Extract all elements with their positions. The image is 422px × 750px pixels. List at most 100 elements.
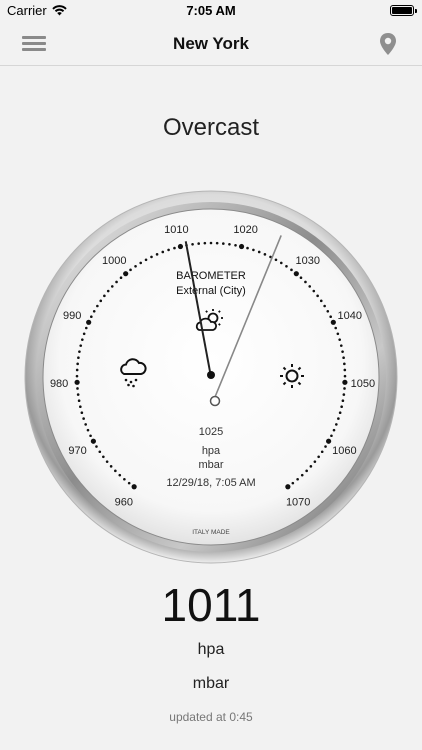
scale-minor-tick [79,344,83,347]
scale-minor-tick [99,299,103,303]
scale-minor-tick [106,289,110,293]
location-pin-icon[interactable] [378,32,398,56]
battery-icon [390,5,417,16]
weather-condition: Overcast [162,114,260,141]
scale-minor-tick [197,242,200,245]
scale-label: 1060 [332,445,356,457]
scale-major-tick [330,319,336,325]
scale-minor-tick [115,280,118,284]
scale-minor-tick [296,477,299,481]
scale-minor-tick [342,393,346,396]
scale-minor-tick [274,258,278,262]
scale-minor-tick [329,315,332,319]
scale-minor-tick [134,264,137,268]
scale-major-tick [342,379,348,385]
scale-major-tick [74,379,80,385]
scale-major-tick [177,243,184,250]
scale-minor-tick [98,450,102,454]
gauge-maker-label: ITALY MADE [192,529,230,536]
scale-label: 1000 [102,255,126,267]
scale-minor-tick [313,460,317,463]
scale-minor-tick [316,294,319,298]
scale-label: 1020 [233,224,257,236]
scale-minor-tick [319,299,323,303]
scale-minor-tick [252,248,255,252]
scale-minor-tick [103,294,106,298]
scale-minor-tick [76,393,80,396]
scale-minor-tick [89,434,92,438]
gauge-source-label: External (City) [176,285,246,297]
scale-minor-tick [77,399,81,402]
scale-minor-tick [84,423,87,426]
status-time: 7:05 AM [186,3,236,18]
scale-minor-tick [123,477,126,481]
barometer-gauge: 960 970 980 990 1000 1010 1020 1030 1040 1050 1060… [24,190,398,564]
scale-label: 980 [50,378,68,390]
updated-timestamp: updated at 0:45 [169,710,253,724]
gauge-timestamp: 12/29/18, 7:05 AM [166,477,255,489]
scale-minor-tick [92,309,96,313]
scale-label: 970 [68,445,86,457]
scale-minor-tick [119,276,123,280]
scale-minor-tick [203,241,207,245]
scale-minor-tick [291,481,295,485]
scale-major-tick [123,271,129,277]
scale-minor-tick [339,344,343,347]
scale-minor-tick [110,285,114,288]
reading-unit-hpa: hpa [197,641,225,658]
pressure-needle-pivot [207,371,215,379]
scale-label: 990 [63,310,81,322]
scale-minor-tick [332,428,336,432]
scale-minor-tick [155,253,159,256]
scale-minor-tick [234,243,237,247]
scale-minor-tick [300,473,304,477]
scale-minor-tick [343,387,346,390]
scale-minor-tick [191,242,194,246]
scale-minor-tick [228,242,231,246]
scale-minor-tick [161,250,165,254]
scale-minor-tick [324,445,327,448]
scale-minor-tick [114,469,117,473]
scale-major-tick [131,484,137,490]
scale-minor-tick [127,481,131,485]
scale-minor-tick [109,465,113,468]
scale-minor-tick [150,255,153,259]
scale-minor-tick [336,332,340,336]
scale-minor-tick [75,368,79,372]
scale-major-tick [90,438,96,444]
scale-minor-tick [308,285,312,288]
scale-label: 1030 [296,255,320,267]
scale-minor-tick [246,246,249,250]
scale-minor-tick [84,326,88,330]
scale-minor-tick [167,248,170,252]
scale-minor-tick [323,304,326,308]
gauge-reference-value: 1025 [199,426,223,438]
scale-minor-tick [257,250,261,254]
scale-minor-tick [341,350,344,353]
scale-minor-tick [317,455,320,459]
scale-minor-tick [86,428,90,432]
scale-minor-tick [342,356,345,360]
status-bar: Carrier 7:05 AM [0,0,422,22]
scale-minor-tick [326,309,330,313]
scale-label: 1070 [286,497,310,509]
scale-minor-tick [139,261,143,265]
scale-minor-tick [340,405,343,409]
scale-minor-tick [343,374,347,378]
scale-label: 1040 [338,310,362,322]
scale-minor-tick [320,450,324,454]
scale-minor-tick [129,268,132,272]
scale-minor-tick [77,356,80,360]
scale-minor-tick [279,261,283,265]
scale-major-tick [326,438,332,444]
scale-minor-tick [343,368,347,372]
scale-minor-tick [75,374,79,378]
scale-minor-tick [330,434,333,438]
reference-needle-pivot [209,395,221,407]
navigation-bar: New York [0,22,422,66]
scale-minor-tick [304,280,307,284]
scale-minor-tick [215,241,219,245]
scale-minor-tick [337,417,340,420]
scale-minor-tick [90,315,93,319]
scale-minor-tick [305,469,308,473]
